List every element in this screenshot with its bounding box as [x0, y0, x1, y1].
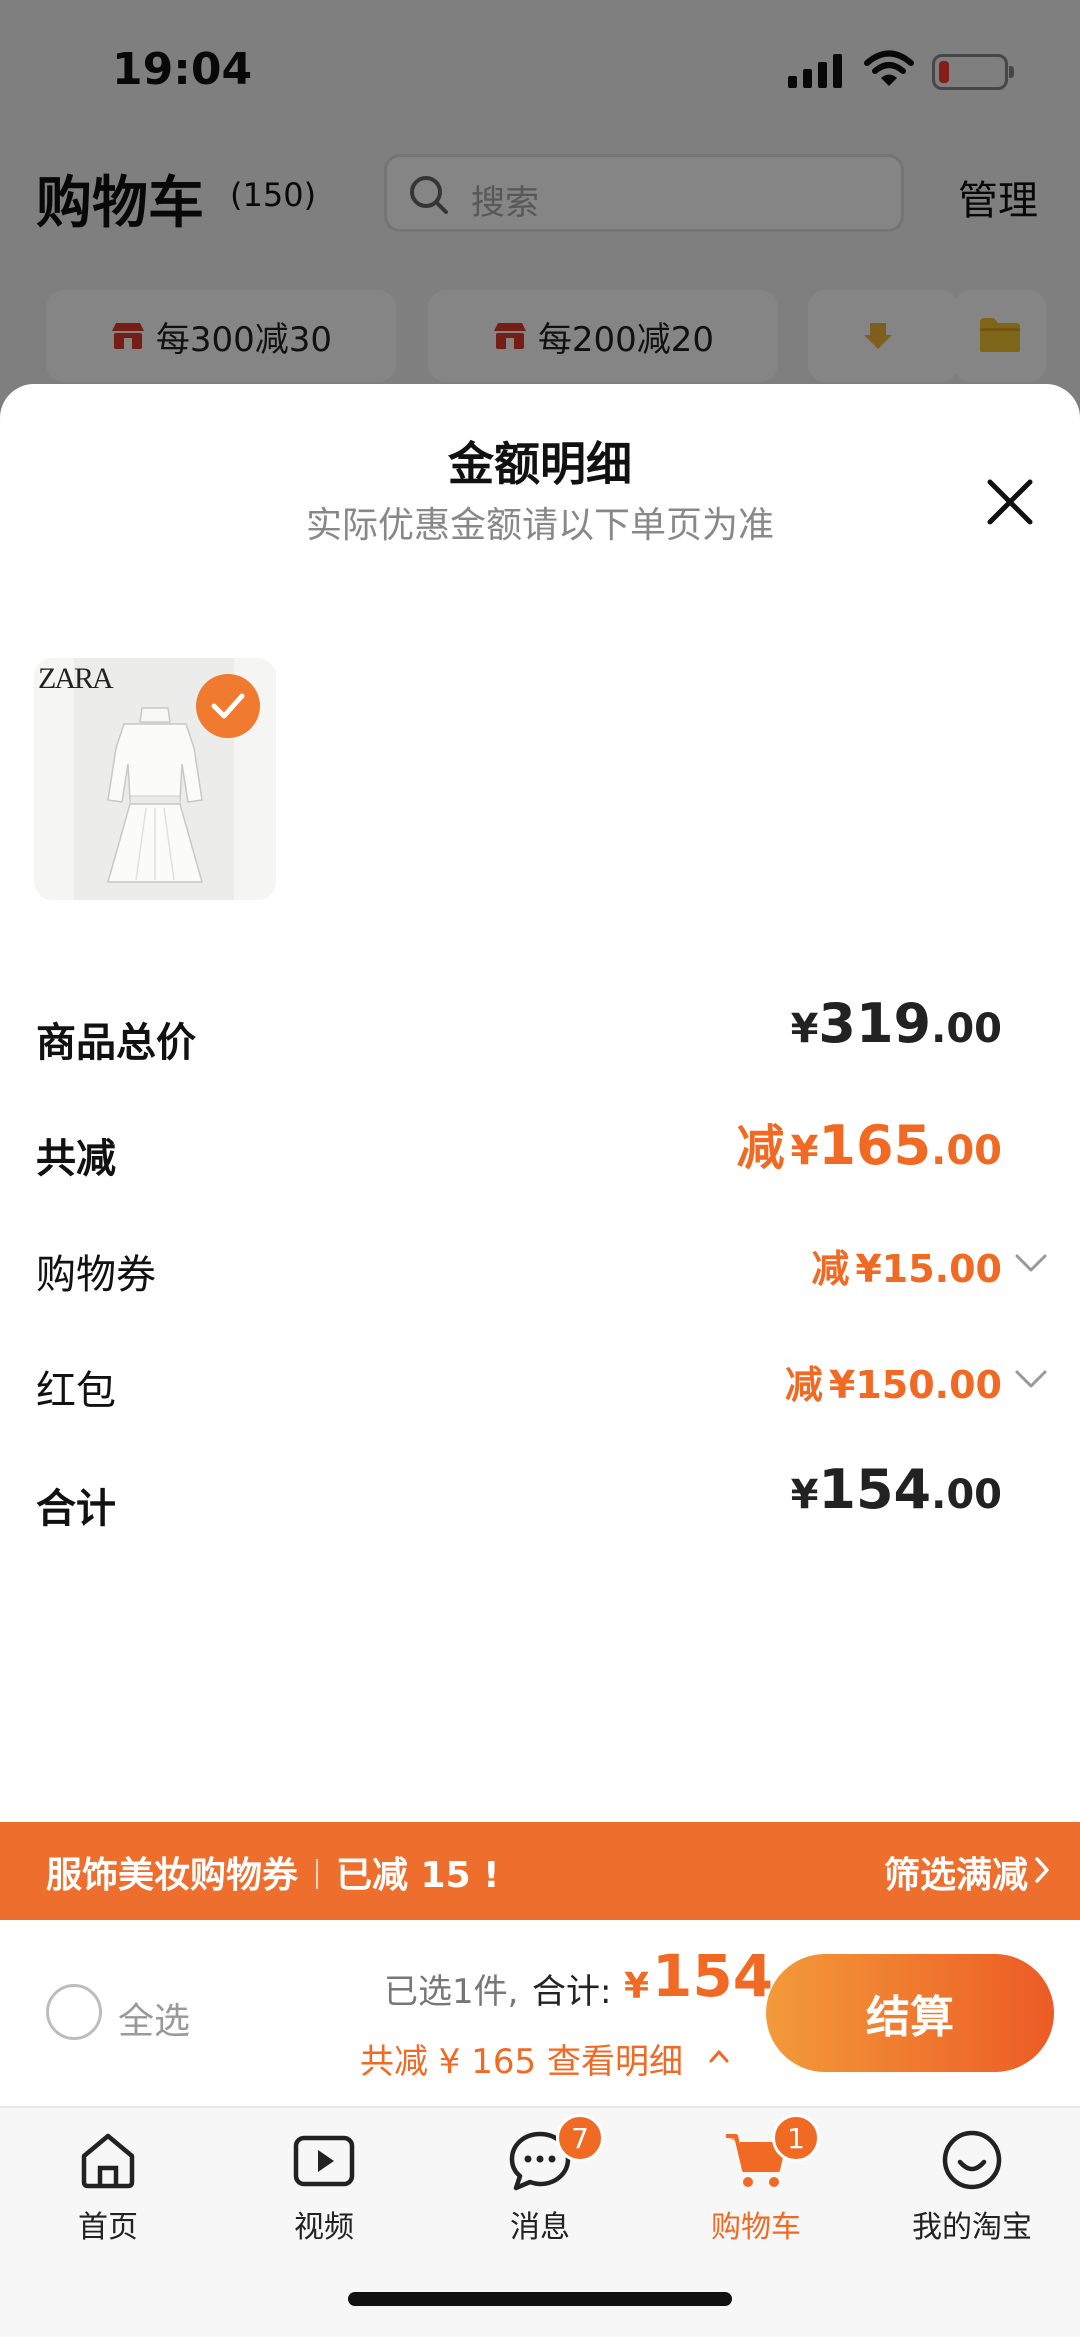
coupon-value: 减 ¥15.00	[811, 1247, 1002, 1291]
tab-label: 购物车	[711, 2210, 801, 2245]
view-details-link[interactable]: 共减 ¥ 165 查看明细	[360, 2034, 683, 2083]
coupon-label: 购物券	[36, 1252, 156, 1298]
cart-badge: 1	[772, 2114, 820, 2162]
selected-check-icon[interactable]	[196, 674, 260, 738]
tab-label: 视频	[294, 2210, 354, 2245]
tab-my-taobao[interactable]: 我的淘宝	[892, 2122, 1052, 2252]
tab-messages[interactable]: 7 消息	[460, 2114, 620, 2252]
tab-home[interactable]: 首页	[28, 2122, 188, 2252]
checkout-button[interactable]: 结算	[766, 1954, 1054, 2072]
checkout-total-amount: 154	[652, 1942, 774, 2010]
discount-label: 共减	[36, 1136, 116, 1182]
close-icon[interactable]	[982, 474, 1038, 530]
tab-cart[interactable]: 1 购物车	[676, 2114, 836, 2252]
tab-label: 消息	[510, 2210, 570, 2245]
profile-icon	[942, 2130, 1002, 2190]
tab-video[interactable]: 视频	[244, 2122, 404, 2252]
checkout-total-currency: ¥	[624, 1966, 650, 2007]
subtotal-label: 商品总价	[36, 1020, 196, 1066]
coupon-banner[interactable]: 服饰美妆购物券 已减 15 ! 筛选满减	[0, 1822, 1080, 1920]
chevron-down-icon[interactable]	[1014, 1368, 1048, 1390]
tab-label: 我的淘宝	[912, 2210, 1032, 2245]
select-all-label[interactable]: 全选	[118, 1992, 190, 2044]
redpacket-label: 红包	[36, 1368, 116, 1414]
message-badge: 7	[556, 2114, 604, 2162]
video-icon	[293, 2135, 355, 2187]
brand-logo: ZARA	[38, 662, 114, 695]
sheet-subtitle: 实际优惠金额请以下单页为准	[305, 505, 774, 546]
sheet-title: 金额明细	[448, 437, 632, 491]
checkout-total-label: 合计:	[532, 1972, 612, 2012]
coupon-banner-text: 服饰美妆购物券 已减 15 !	[46, 1855, 500, 1896]
redpacket-value: 减 ¥150.00	[784, 1363, 1002, 1407]
modal-backdrop[interactable]	[0, 0, 1080, 420]
dress-image	[107, 707, 203, 883]
total-value: ¥154.00	[790, 1458, 1002, 1521]
selected-count: 已选1件,	[384, 1972, 519, 2012]
total-label: 合计	[36, 1486, 116, 1532]
discount-value: 减 ¥165.00	[736, 1114, 1002, 1177]
subtotal-value: ¥319.00	[790, 992, 1002, 1055]
chevron-right-icon	[1035, 1857, 1049, 1883]
chevron-up-icon[interactable]	[708, 2048, 730, 2064]
home-icon	[81, 2133, 135, 2189]
chevron-down-icon[interactable]	[1014, 1252, 1048, 1274]
checkout-bar: 全选 已选1件, 合计: ¥ 154 共减 ¥ 165 查看明细 结算	[0, 1920, 1080, 2106]
home-indicator[interactable]	[348, 2292, 732, 2306]
select-all-radio[interactable]	[46, 1984, 102, 2040]
tab-label: 首页	[78, 2210, 138, 2245]
filter-discount-link[interactable]: 筛选满减	[884, 1846, 1028, 1898]
